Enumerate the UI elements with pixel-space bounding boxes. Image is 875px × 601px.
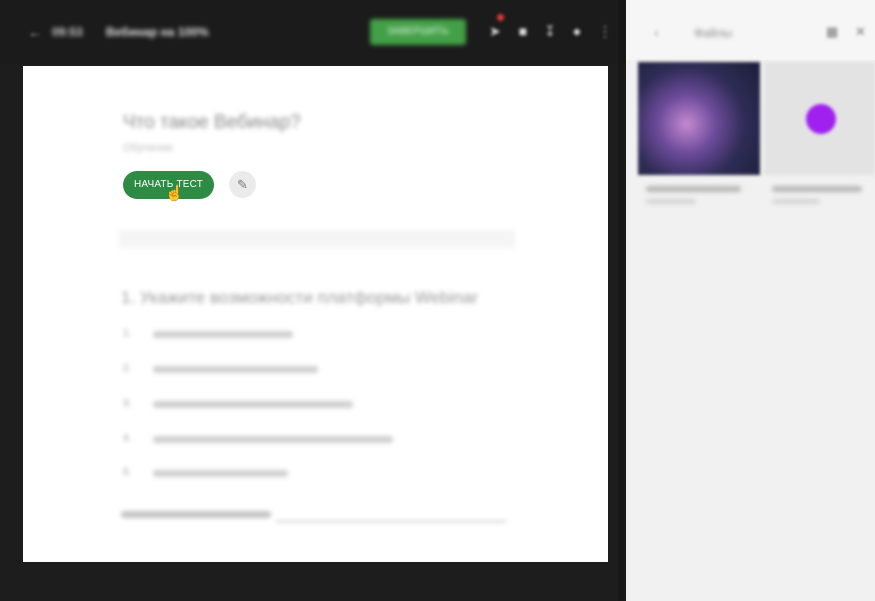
panel-header: ‹ Файлы ▦ ✕ — [626, 0, 875, 60]
question-title: 1. Укажите возможности платформы Webinar — [121, 288, 478, 307]
test-subtitle: Обучение — [123, 142, 174, 154]
grid-icon[interactable]: ▦ — [826, 24, 838, 40]
webinar-title: Вебинар на 100% — [106, 25, 209, 39]
chat-icon[interactable]: ■ — [514, 22, 532, 40]
file-caption — [646, 186, 741, 192]
option-text — [153, 436, 393, 443]
file-thumbnail-space[interactable] — [638, 62, 760, 175]
pencil-icon[interactable]: ✎ — [229, 171, 256, 198]
purple-dot-icon — [806, 104, 836, 134]
divider — [119, 230, 515, 248]
option-number: 5. — [123, 467, 132, 478]
download-icon[interactable]: ↧ — [541, 22, 559, 40]
files-panel: ‹ Файлы ▦ ✕ — [626, 0, 875, 601]
back-arrow-icon[interactable]: ‹ — [654, 24, 659, 40]
answer-underline — [276, 521, 506, 522]
test-document: Что такое Вебинар? Обучение НАЧАТЬ ТЕСТ … — [23, 66, 608, 562]
file-meta — [772, 199, 820, 204]
file-meta — [646, 199, 696, 204]
notification-dot — [497, 14, 504, 21]
hand-cursor-icon: ☝ — [165, 185, 184, 202]
top-bar: ← 09:53 Вебинар на 100% ЗАВЕРШИТЬ ➤ ■ ↧ … — [0, 0, 626, 64]
back-arrow-icon[interactable]: ← — [28, 24, 42, 40]
timer: 09:53 — [52, 25, 83, 39]
lock-icon[interactable]: ● — [568, 22, 586, 40]
option-number: 2. — [123, 363, 132, 374]
answer-field[interactable] — [121, 511, 506, 525]
option-number: 4. — [123, 433, 132, 444]
option-number: 1. — [123, 328, 132, 339]
test-title: Что такое Вебинар? — [123, 112, 301, 133]
close-icon[interactable]: ✕ — [855, 24, 866, 40]
file-caption — [772, 186, 862, 192]
option-number: 3. — [123, 398, 132, 409]
rocket-icon[interactable]: ➤ — [486, 22, 504, 40]
option-text — [153, 366, 318, 373]
presentation-stage: ← 09:53 Вебинар на 100% ЗАВЕРШИТЬ ➤ ■ ↧ … — [0, 0, 626, 601]
option-text — [153, 470, 288, 477]
file-thumbnail-purple[interactable] — [764, 62, 875, 175]
option-text — [153, 331, 293, 338]
finish-button[interactable]: ЗАВЕРШИТЬ — [370, 19, 466, 45]
panel-title: Файлы — [694, 26, 733, 40]
answer-label — [121, 511, 271, 518]
more-icon[interactable]: ⋮ — [596, 22, 614, 40]
option-text — [153, 401, 353, 408]
